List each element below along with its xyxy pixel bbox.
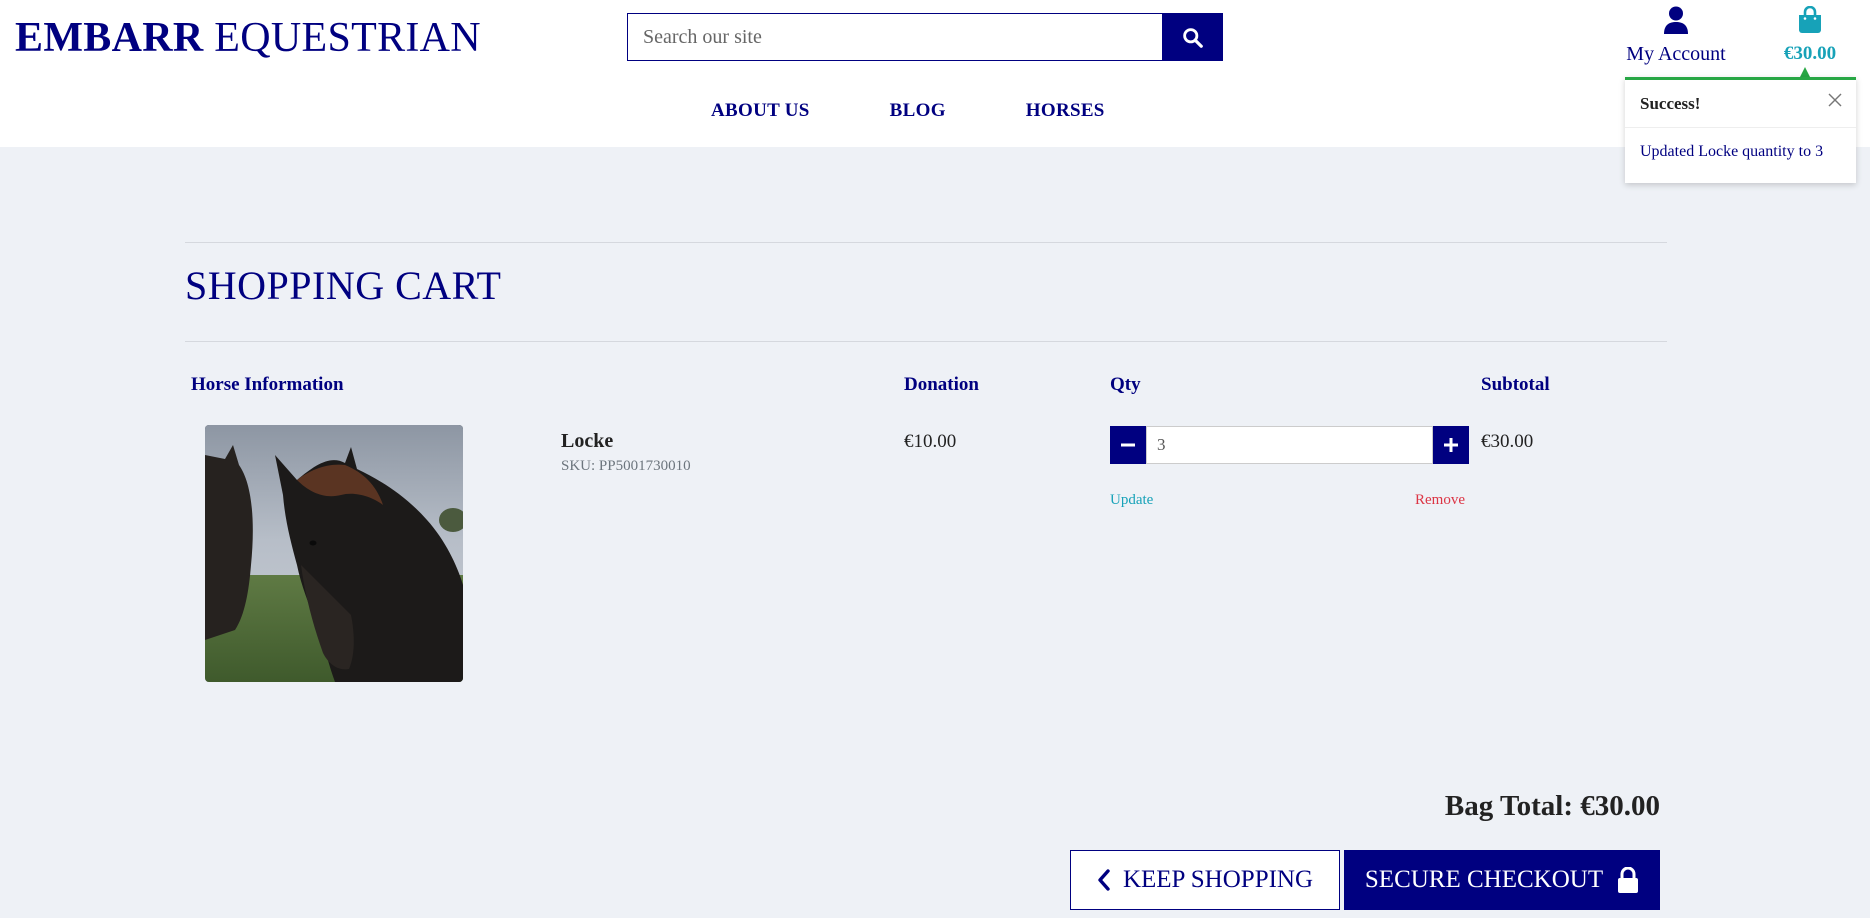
toast-arrow	[1800, 67, 1810, 77]
column-header-qty: Qty	[1110, 374, 1141, 395]
close-icon[interactable]	[1827, 92, 1843, 108]
minus-icon	[1121, 443, 1135, 447]
search-icon	[1183, 27, 1203, 48]
product-image[interactable]	[205, 425, 463, 682]
shopping-bag-link[interactable]: €30.00	[1772, 5, 1848, 65]
secure-checkout-button[interactable]: SECURE CHECKOUT	[1344, 850, 1660, 910]
toast-header: Success!	[1625, 80, 1856, 128]
success-toast: Success! Updated Locke quantity to 3	[1625, 77, 1856, 183]
quantity-input[interactable]	[1146, 426, 1433, 464]
remove-link[interactable]: Remove	[1415, 492, 1465, 509]
my-account-label: My Account	[1626, 43, 1726, 65]
shopping-bag-icon	[1799, 5, 1821, 33]
user-icon	[1664, 6, 1688, 34]
column-header-subtotal: Subtotal	[1481, 374, 1550, 395]
column-header-donation: Donation	[904, 374, 979, 395]
keep-shopping-button[interactable]: KEEP SHOPPING	[1070, 850, 1340, 910]
update-link[interactable]: Update	[1110, 492, 1153, 509]
plus-icon	[1444, 438, 1458, 452]
product-subtotal: €30.00	[1481, 431, 1534, 452]
logo-bold-text: EMBARR	[15, 15, 204, 61]
secure-checkout-label: SECURE CHECKOUT	[1364, 866, 1604, 893]
logo-regular-text: EQUESTRIAN	[214, 15, 481, 61]
divider-top	[185, 242, 1667, 243]
increment-button[interactable]	[1433, 426, 1469, 464]
site-logo[interactable]: EMBARR EQUESTRIAN	[15, 14, 481, 62]
product-sku: SKU: PP5001730010	[561, 458, 691, 474]
toast-message: Updated Locke quantity to 3	[1640, 143, 1824, 160]
divider-bottom	[185, 341, 1667, 342]
nav-horses[interactable]: HORSES	[1026, 100, 1105, 122]
search-input[interactable]	[627, 13, 1162, 61]
chevron-left-icon	[1098, 869, 1110, 891]
nav-about-us[interactable]: ABOUT US	[711, 100, 810, 122]
keep-shopping-label: KEEP SHOPPING	[1122, 866, 1314, 893]
main-nav: ABOUT US BLOG HORSES	[0, 100, 1870, 130]
page-title: SHOPPING CART	[185, 263, 502, 308]
toast-title: Success!	[1640, 94, 1701, 113]
nav-blog[interactable]: BLOG	[890, 100, 946, 122]
lock-icon	[1618, 867, 1639, 893]
horse-photo	[205, 425, 463, 682]
decrement-button[interactable]	[1110, 426, 1146, 464]
bag-total-label: €30.00	[1783, 43, 1837, 64]
bag-total: Bag Total: €30.00	[1444, 790, 1660, 822]
site-header: EMBARR EQUESTRIAN My Account €30.00 ABOU	[0, 0, 1870, 147]
product-name[interactable]: Locke	[561, 430, 613, 453]
search-form	[627, 13, 1223, 61]
column-header-info: Horse Information	[191, 374, 344, 395]
product-donation: €10.00	[904, 431, 957, 452]
search-button[interactable]	[1162, 13, 1223, 61]
my-account-link[interactable]: My Account	[1621, 6, 1731, 66]
quantity-stepper	[1110, 426, 1469, 464]
